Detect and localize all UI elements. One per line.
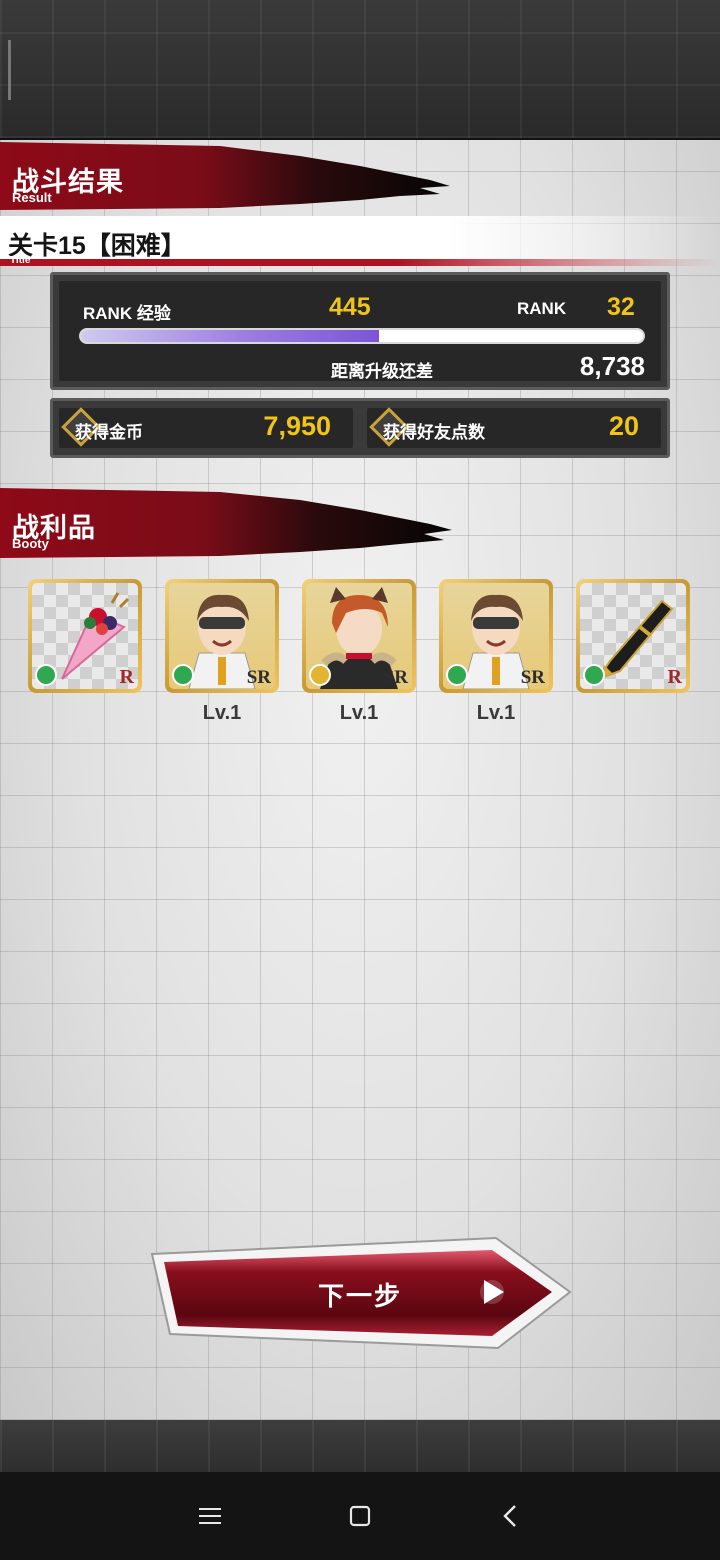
rarity-label: R xyxy=(667,666,682,688)
rank-panel: RANK 经验 445 RANK 32 距离升级还差 8,738 xyxy=(50,272,670,390)
attribute-badge xyxy=(309,664,331,686)
top-divider xyxy=(8,40,11,100)
system-navbar xyxy=(0,1472,720,1560)
rarity-label: SR xyxy=(246,667,271,688)
home-icon[interactable] xyxy=(338,1494,382,1538)
booty-card[interactable]: SR xyxy=(302,579,416,693)
stage-underline xyxy=(0,259,720,266)
coin-value: 7,950 xyxy=(263,411,331,441)
friend-label: 获得好友点数 xyxy=(383,423,485,442)
top-bar xyxy=(0,0,720,140)
card-art: SR xyxy=(306,583,412,689)
menu-icon[interactable] xyxy=(188,1494,232,1538)
card-art: R xyxy=(580,583,686,689)
rarity-label: SR xyxy=(520,667,545,688)
rank-value: 32 xyxy=(607,293,635,321)
stage-band: 关卡15【困难】 Title xyxy=(0,216,720,266)
friend-reward: 获得好友点数 20 xyxy=(367,407,661,448)
coin-label: 获得金币 xyxy=(75,423,143,442)
remaining-value: 8,738 xyxy=(579,351,645,381)
booty-section-header: 战利品 Booty xyxy=(0,486,460,564)
coin-reward: 获得金币 7,950 xyxy=(59,407,353,448)
booty-card[interactable]: R xyxy=(576,579,690,693)
rank-label: RANK xyxy=(517,299,567,318)
rank-panel-inner: RANK 经验 445 RANK 32 距离升级还差 8,738 xyxy=(59,281,661,381)
card-art: R xyxy=(32,583,138,689)
result-section-header: 战斗结果 Result xyxy=(0,140,460,218)
card-art: SR xyxy=(443,583,549,689)
exp-progress-fill xyxy=(81,330,379,342)
card-art: SR xyxy=(169,583,275,689)
level-label: Lv.1 xyxy=(476,702,516,724)
rarity-label: R xyxy=(119,666,134,688)
back-icon[interactable] xyxy=(488,1494,532,1538)
attribute-badge xyxy=(172,664,194,686)
attribute-badge xyxy=(446,664,468,686)
booty-card[interactable]: SR xyxy=(165,579,279,693)
result-subtitle: Result xyxy=(12,190,52,205)
booty-card[interactable]: SR xyxy=(439,579,553,693)
remaining-label: 距离升级还差 xyxy=(331,362,433,381)
level-label: Lv.1 xyxy=(202,702,242,724)
stage-title: 关卡15【困难】 xyxy=(8,232,186,260)
bottom-strip xyxy=(0,1420,720,1472)
stage-subtitle: Title xyxy=(10,255,31,266)
rank-exp-value: 445 xyxy=(329,293,371,321)
reward-panel: 获得金币 7,950 获得好友点数 20 xyxy=(50,398,670,458)
exp-progress-bar xyxy=(79,328,645,344)
level-label: Lv.1 xyxy=(339,702,379,724)
next-button-label: 下一步 xyxy=(318,1281,403,1311)
attribute-badge xyxy=(35,664,57,686)
booty-card[interactable]: R xyxy=(28,579,142,693)
attribute-badge xyxy=(583,664,605,686)
friend-value: 20 xyxy=(608,411,639,441)
rarity-label: SR xyxy=(383,667,408,688)
rank-exp-label: RANK 经验 xyxy=(83,304,171,323)
booty-subtitle: Booty xyxy=(12,536,49,551)
